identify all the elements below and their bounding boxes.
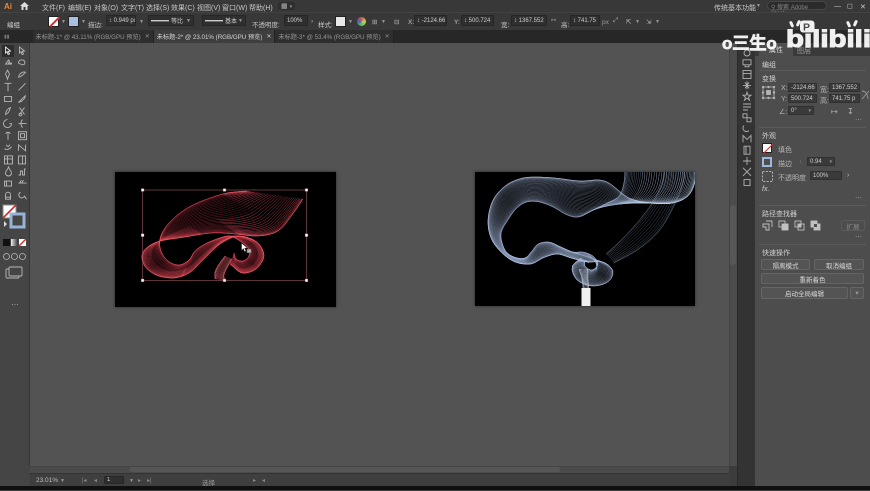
svg-text:bilibili: bilibili — [786, 26, 870, 53]
svg-text:…: … — [11, 298, 19, 307]
